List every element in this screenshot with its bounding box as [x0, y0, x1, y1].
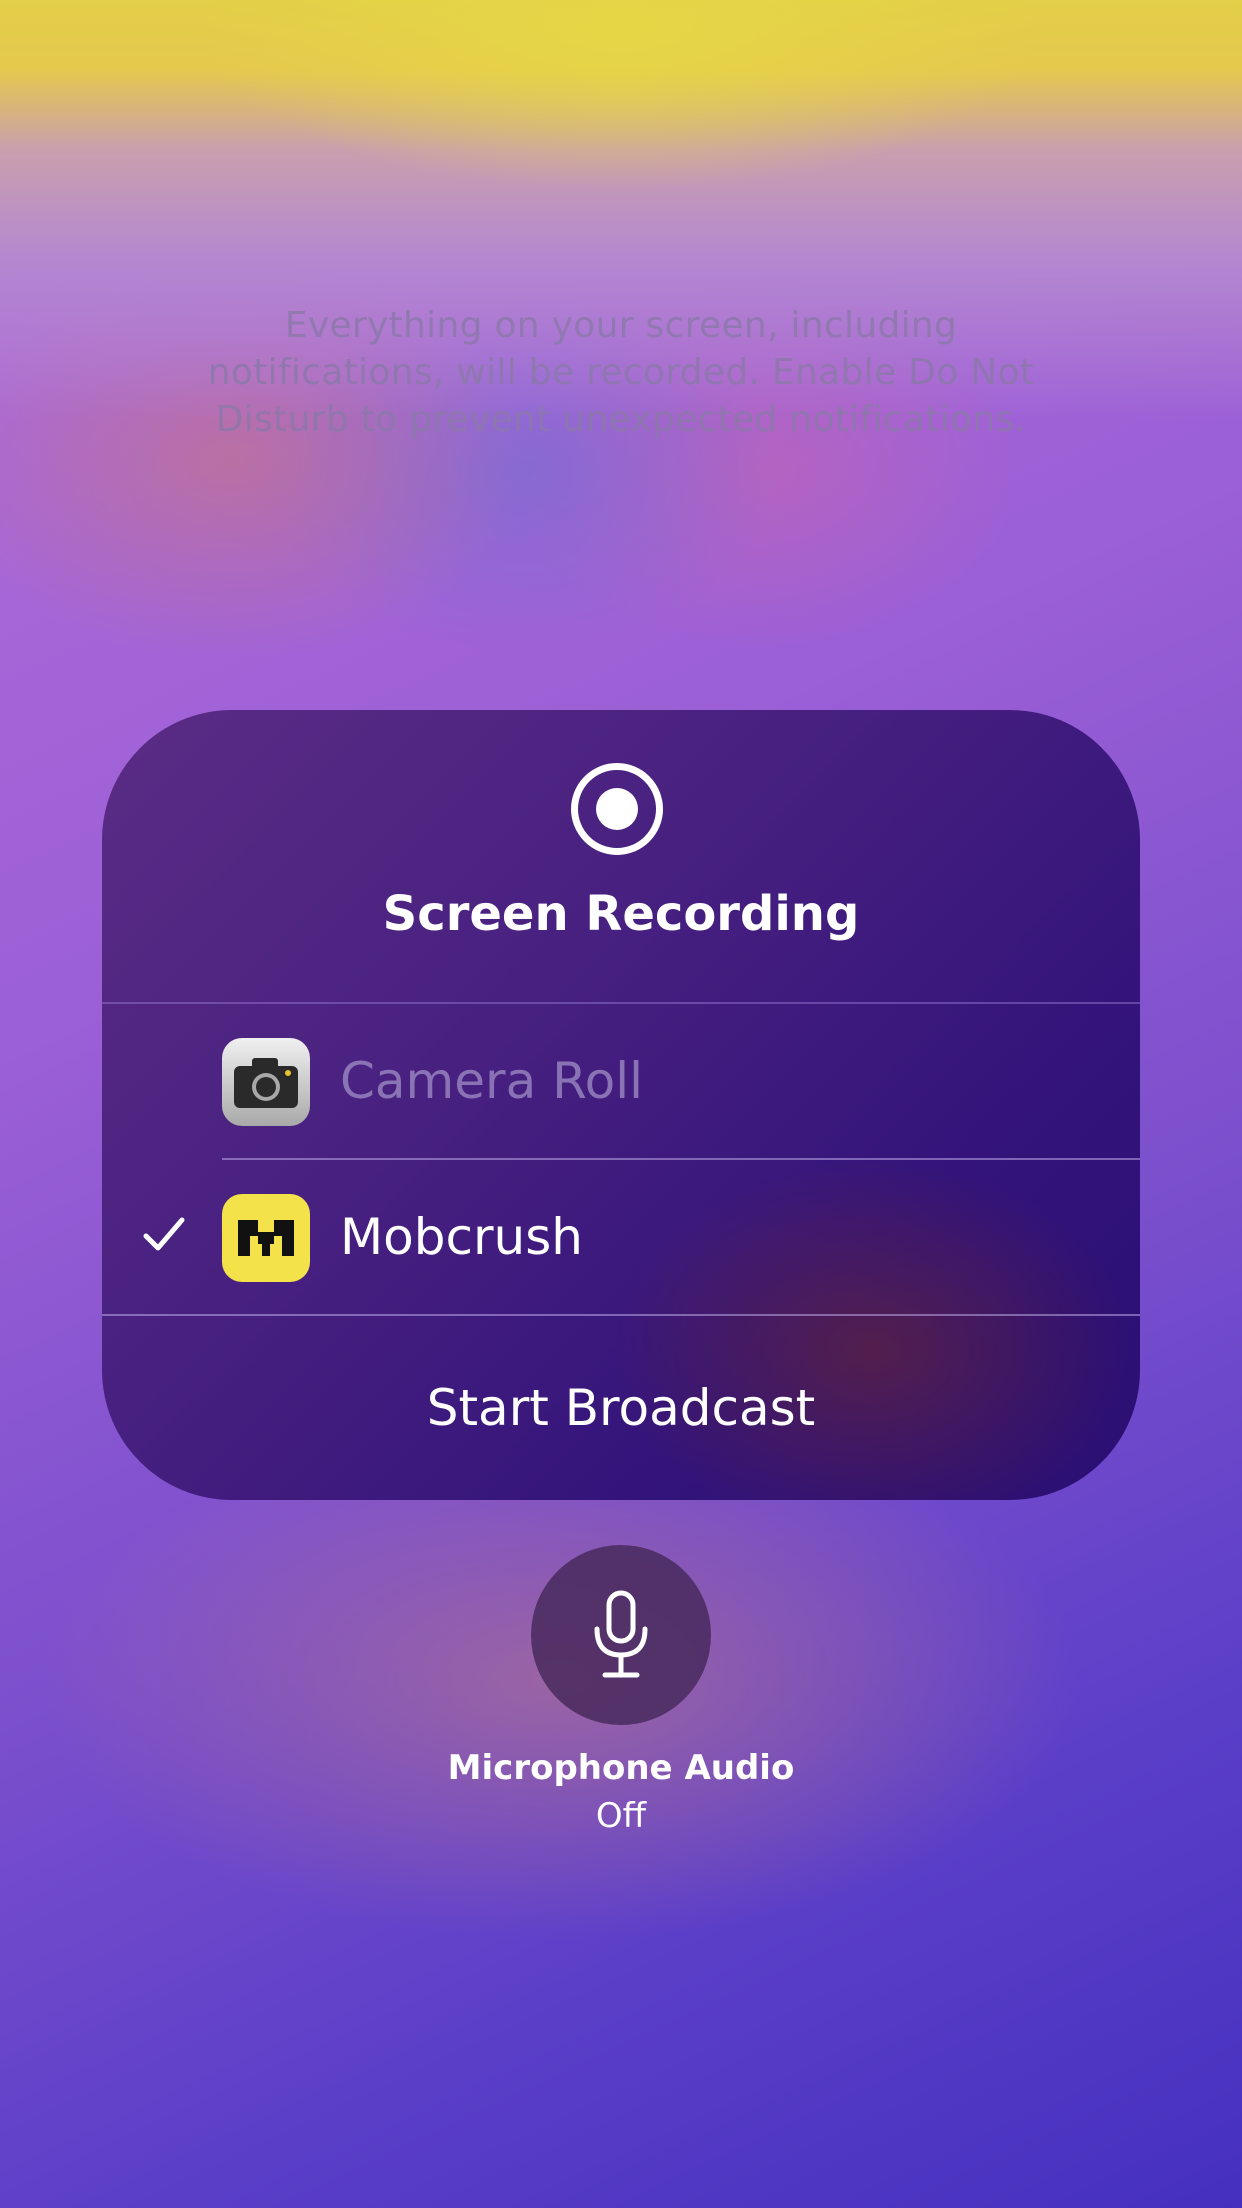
checkmark-icon	[143, 1217, 185, 1251]
destination-label: Mobcrush	[340, 1208, 583, 1266]
panel-title: Screen Recording	[382, 886, 860, 942]
recording-hint: Everything on your screen, including not…	[207, 305, 1035, 440]
start-broadcast-button[interactable]: Start Broadcast	[102, 1316, 1140, 1500]
camera-icon	[222, 1038, 310, 1126]
record-icon	[571, 763, 663, 855]
microphone-toggle-button[interactable]	[531, 1545, 711, 1725]
screen-recording-panel: Screen Recording Camera Roll Mobcrush St…	[102, 710, 1140, 1500]
destination-mobcrush[interactable]: Mobcrush	[102, 1160, 1140, 1316]
microphone-label: Microphone Audio	[447, 1748, 795, 1788]
destination-label: Camera Roll	[340, 1052, 643, 1110]
destination-camera-roll[interactable]: Camera Roll	[102, 1004, 1140, 1160]
microphone-icon	[594, 1590, 648, 1678]
mobcrush-icon	[222, 1194, 310, 1282]
microphone-state: Off	[595, 1796, 647, 1836]
